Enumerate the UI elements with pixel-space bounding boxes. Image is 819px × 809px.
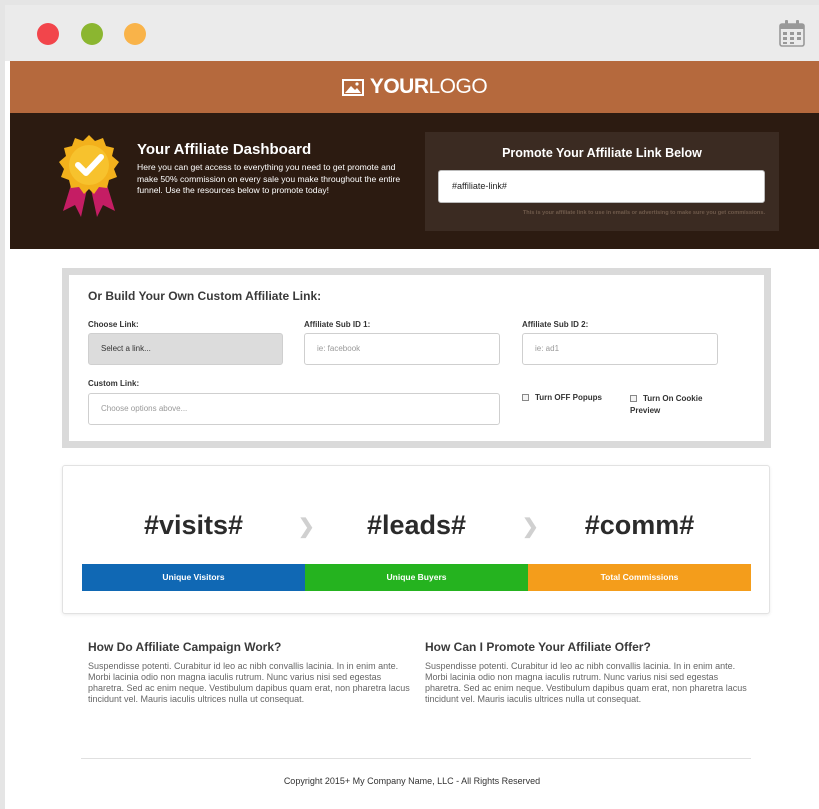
custom-link-builder: Or Build Your Own Custom Affiliate Link:… — [62, 268, 771, 448]
popups-toggle[interactable]: Turn OFF Popups — [522, 393, 602, 402]
dashboard-description: Here you can get access to everything yo… — [137, 162, 401, 195]
custom-link-label: Custom Link: — [88, 379, 140, 388]
custom-link-builder-panel: Or Build Your Own Custom Affiliate Link:… — [69, 275, 764, 441]
promote-title: Promote Your Affiliate Link Below — [502, 146, 702, 160]
footer-copyright: Copyright 2015+ My Company Name, LLC - A… — [283, 776, 541, 786]
affiliate-link-field[interactable]: #affiliate-link# — [438, 170, 765, 203]
cookie-toggle-label-line2: Preview — [630, 406, 661, 415]
minimize-window-button[interactable] — [81, 23, 103, 45]
calendar-icon[interactable] — [779, 19, 805, 47]
sub-id-2-label: Affiliate Sub ID 2: — [522, 320, 589, 329]
info-text-campaign: Suspendisse potenti. Curabitur id leo ac… — [88, 661, 410, 704]
unique-visitors-bar: Unique Visitors — [82, 564, 305, 591]
total-commissions-bar: Total Commissions — [528, 564, 751, 591]
unique-buyers-bar: Unique Buyers — [305, 564, 528, 591]
cookie-toggle-label-line1: Turn On Cookie — [643, 394, 703, 403]
custom-link-input[interactable]: Choose options above... — [88, 393, 500, 425]
info-text-promote: Suspendisse potenti. Curabitur id leo ac… — [425, 661, 747, 704]
browser-window: YOURLOGO Your Affiliate Dashboard Here y… — [5, 5, 819, 809]
window-titlebar — [5, 5, 819, 61]
cookie-preview-toggle[interactable]: Turn On Cookie Preview — [630, 393, 702, 417]
popups-toggle-label: Turn OFF Popups — [535, 393, 602, 402]
footer-divider — [81, 758, 751, 759]
sub-id-2-input[interactable]: ie: ad1 — [522, 333, 718, 365]
dashboard-hero: Your Affiliate Dashboard Here you can ge… — [10, 113, 819, 249]
logo-thin-text: LOGO — [428, 75, 488, 98]
sub-id-1-label: Affiliate Sub ID 1: — [304, 320, 371, 329]
image-icon — [341, 79, 364, 96]
info-title-promote: How Can I Promote Your Affiliate Offer? — [425, 640, 651, 654]
info-title-campaign: How Do Affiliate Campaign Work? — [88, 640, 282, 654]
choose-link-label: Choose Link: — [88, 320, 139, 329]
cookie-preview-checkbox[interactable] — [630, 395, 637, 402]
popups-checkbox[interactable] — [522, 394, 529, 401]
affiliate-link-note: This is your affiliate link to use in em… — [522, 210, 765, 216]
promote-link-panel: Promote Your Affiliate Link Below #affil… — [425, 132, 779, 231]
sub-id-1-input[interactable]: ie: facebook — [304, 333, 500, 365]
award-badge-icon — [59, 135, 119, 217]
site-logo[interactable]: YOURLOGO — [10, 75, 819, 99]
visits-value: #visits# — [143, 510, 244, 540]
site-header: YOURLOGO — [10, 61, 819, 113]
commissions-value: #comm# — [584, 510, 695, 540]
dashboard-title: Your Affiliate Dashboard — [137, 141, 312, 158]
stats-panel: #visits# ❯ #leads# ❯ #comm# Unique Visit… — [62, 465, 770, 614]
logo-bold-text: YOUR — [369, 75, 429, 98]
choose-link-select[interactable]: Select a link... — [88, 333, 283, 365]
maximize-window-button[interactable] — [124, 23, 146, 45]
close-window-button[interactable] — [37, 23, 59, 45]
leads-value: #leads# — [366, 510, 467, 540]
builder-title: Or Build Your Own Custom Affiliate Link: — [88, 289, 322, 303]
